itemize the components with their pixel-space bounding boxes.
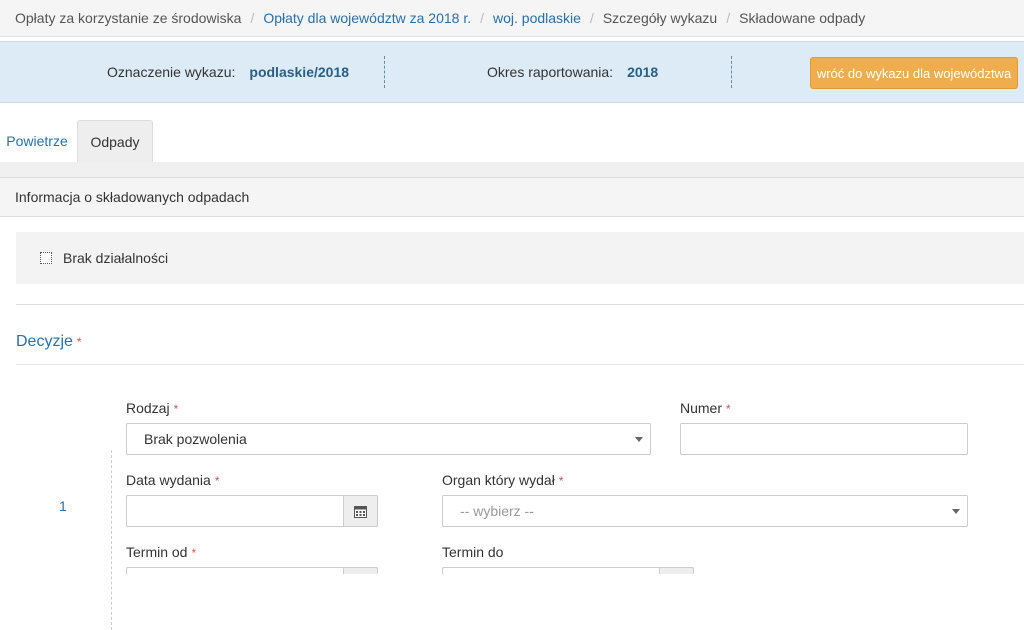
breadcrumb-separator: /	[589, 10, 594, 26]
breadcrumb-link-podlaskie[interactable]: woj. podlaskie	[493, 10, 581, 26]
breadcrumb-separator: /	[726, 10, 731, 26]
breadcrumb-separator: /	[480, 10, 484, 26]
tab-powietrze[interactable]: Powietrze	[0, 120, 74, 162]
panel-body: Brak działalności Decyzje * 1 Rodzaj * Bra…	[0, 217, 1024, 630]
data-wydania-label-text: Data wydania	[126, 472, 211, 488]
decision-row-divider	[111, 450, 112, 630]
back-to-voivodeship-list-button[interactable]: wróć do wykazu dla województwa	[810, 57, 1018, 89]
rodzaj-select[interactable]: Brak pozwolenia	[126, 423, 651, 455]
required-mark: *	[214, 474, 220, 488]
tab-bar: Powietrze Odpady	[0, 120, 1024, 162]
termin-od-input[interactable]	[126, 567, 344, 574]
checkbox-icon[interactable]	[40, 252, 52, 264]
breadcrumb-separator: /	[250, 10, 255, 26]
required-mark: *	[173, 402, 179, 416]
period-label: Okres raportowania:	[487, 64, 614, 80]
numer-label: Numer *	[680, 400, 731, 416]
tab-odpady[interactable]: Odpady	[77, 120, 153, 162]
data-wydania-calendar-button[interactable]	[343, 495, 378, 527]
period-cell: Okres raportowania: 2018	[487, 42, 658, 102]
termin-do-label: Termin do	[442, 544, 504, 560]
no-activity-label: Brak działalności	[63, 250, 169, 266]
required-mark: *	[558, 474, 564, 488]
required-mark: *	[726, 402, 731, 416]
chevron-down-icon	[635, 437, 643, 442]
termin-do-calendar-button[interactable]	[659, 567, 694, 574]
data-wydania-input[interactable]	[126, 495, 344, 527]
organ-label: Organ który wydał *	[442, 472, 564, 488]
decisions-section-title: Decyzje *	[16, 333, 82, 351]
rodzaj-label: Rodzaj *	[126, 400, 178, 416]
breadcrumb: Opłaty za korzystanie ze środowiska / Op…	[0, 0, 1024, 37]
numer-input[interactable]	[680, 423, 968, 455]
termin-od-calendar-button[interactable]	[343, 567, 378, 574]
rodzaj-value: Brak pozwolenia	[144, 431, 247, 447]
report-info-bar: Oznaczenie wykazu: podlaskie/2018 Okres …	[0, 41, 1024, 103]
required-mark: *	[191, 546, 197, 560]
breadcrumb-link-voivodeship-fees[interactable]: Opłaty dla województw za 2018 r.	[263, 10, 471, 26]
calendar-icon	[354, 505, 367, 518]
divider	[16, 304, 1024, 305]
panel-title: Informacja o składowanych odpadach	[0, 177, 1024, 217]
termin-do-input[interactable]	[442, 567, 660, 574]
required-mark: *	[76, 335, 82, 349]
designation-value: podlaskie/2018	[249, 64, 350, 80]
decision-row-index: 1	[59, 498, 67, 514]
rodzaj-label-text: Rodzaj	[126, 400, 170, 416]
period-value: 2018	[627, 64, 659, 80]
no-activity-checkbox-row[interactable]: Brak działalności	[16, 232, 1024, 284]
termin-od-label-text: Termin od	[126, 544, 188, 560]
tab-content-panel: Informacja o składowanych odpadach Brak …	[0, 162, 1024, 630]
organ-select[interactable]: -- wybierz --	[442, 495, 968, 527]
info-divider	[384, 56, 385, 88]
divider	[16, 364, 1024, 365]
breadcrumb-item-details: Szczegóły wykazu	[602, 10, 718, 26]
info-divider	[731, 56, 732, 88]
decisions-title-text: Decyzje	[16, 333, 73, 350]
chevron-down-icon	[952, 509, 960, 514]
breadcrumb-item-fees: Opłaty za korzystanie ze środowiska	[15, 10, 242, 26]
numer-label-text: Numer	[680, 400, 723, 416]
designation-label: Oznaczenie wykazu:	[107, 64, 236, 80]
termin-od-label: Termin od *	[126, 544, 196, 560]
organ-placeholder: -- wybierz --	[460, 503, 534, 519]
organ-label-text: Organ który wydał	[442, 472, 555, 488]
designation-cell: Oznaczenie wykazu: podlaskie/2018	[107, 42, 349, 102]
breadcrumb-item-current: Składowane odpady	[739, 10, 866, 26]
data-wydania-label: Data wydania *	[126, 472, 220, 488]
